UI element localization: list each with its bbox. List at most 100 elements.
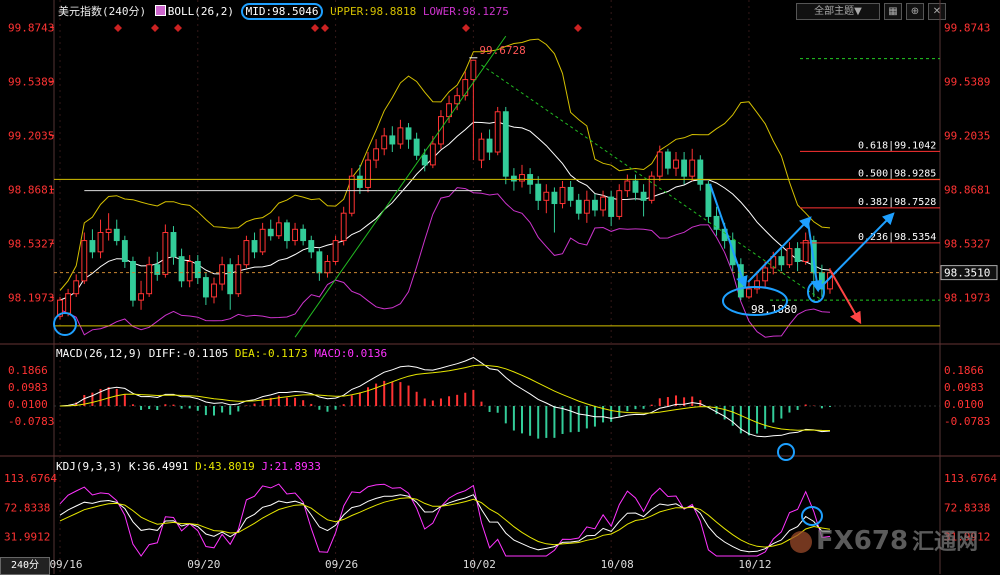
candle-body	[640, 191, 647, 201]
candle-body	[381, 135, 388, 150]
candle-body	[340, 212, 347, 242]
watermark-brand: FX678	[816, 526, 909, 556]
candle-body	[429, 143, 436, 166]
macd-y-tick-label-left: 0.0100	[8, 398, 48, 411]
candle-body	[146, 264, 153, 295]
candle-body	[438, 116, 444, 145]
candle-body	[348, 175, 355, 214]
candle-body	[559, 186, 566, 205]
candle-body	[211, 283, 217, 298]
watermark-cn: 汇通网	[912, 530, 979, 555]
price-y-tick-label-right: 99.2035	[944, 129, 990, 142]
candle-body	[162, 232, 169, 275]
price-y-tick-label-left: 98.5327	[8, 237, 54, 250]
candle-body	[105, 228, 112, 234]
candle-body	[178, 256, 185, 282]
candle-body	[170, 232, 177, 258]
candle-body	[81, 240, 88, 282]
candle-body	[681, 159, 688, 177]
kdj-y-tick-label-left: 31.9912	[4, 531, 50, 544]
macd-y-tick-label-left: -0.0783	[8, 415, 54, 428]
macd-y-tick-label-left: 0.1866	[8, 364, 48, 377]
candle-body	[486, 138, 493, 153]
candle-body	[138, 293, 144, 301]
x-tick-label: 10/08	[601, 558, 634, 571]
candle-body	[251, 240, 258, 253]
signal-marker-icon	[311, 24, 319, 32]
candle-body	[405, 127, 412, 140]
low-price-label: 98.1880	[751, 303, 797, 316]
price-y-tick-label-left: 98.1973	[8, 291, 54, 304]
x-tick-label: 10/12	[738, 558, 771, 571]
annotation-circle	[801, 506, 823, 526]
price-y-tick-label-right: 98.5327	[944, 237, 990, 250]
candle-body	[470, 59, 477, 81]
candle-body	[73, 280, 80, 295]
candle-body	[292, 228, 298, 242]
candle-body	[664, 151, 671, 169]
annotation-circle	[777, 443, 795, 461]
price-y-tick-label-right: 98.1973	[944, 291, 990, 304]
signal-marker-icon	[462, 24, 470, 32]
candle-body	[284, 222, 290, 242]
price-y-tick-label-left: 99.8743	[8, 21, 54, 34]
macd-y-tick-label-left: 0.0983	[8, 381, 48, 394]
candle-body	[673, 159, 679, 169]
candle-body	[97, 232, 104, 253]
candle-body	[713, 215, 720, 230]
chart-svg: 99.8743 99.8743 99.5389 99.5389 99.2035 99.20…	[0, 0, 1000, 574]
annotation-circle	[53, 312, 77, 336]
candle-body	[616, 190, 623, 217]
kdj-y-tick-label-right: 113.6764	[944, 472, 997, 485]
price-y-tick-label-right: 99.5389	[944, 75, 990, 88]
price-y-tick-label-right: 99.8743	[944, 21, 990, 34]
signal-marker-icon	[321, 24, 329, 32]
price-y-tick-label-right: 98.8681	[944, 183, 990, 196]
x-tick-label: 10/02	[463, 558, 496, 571]
boll-mid-line	[59, 121, 831, 301]
candle-body	[778, 256, 785, 266]
candle-body	[308, 240, 315, 253]
candle-body	[373, 148, 380, 161]
candle-body	[608, 196, 615, 217]
candle-body	[802, 240, 809, 263]
candle-body	[592, 199, 598, 211]
candle-body	[494, 111, 501, 153]
signal-marker-icon	[174, 24, 182, 32]
candle-body	[575, 199, 582, 214]
candle-body	[705, 183, 712, 217]
candle-body	[421, 154, 428, 166]
candle-body	[567, 186, 574, 201]
signal-marker-icon	[114, 24, 122, 32]
candle-body	[89, 240, 96, 253]
candle-body	[235, 264, 242, 295]
kdj-y-tick-label-left: 113.6764	[4, 472, 57, 485]
fib-level-label: 0.618|99.1042	[858, 140, 936, 151]
candle-body	[65, 293, 72, 314]
candle-body	[583, 199, 590, 214]
candle-body	[356, 175, 363, 188]
annotation-arrow	[829, 269, 862, 325]
uptrend-line	[294, 35, 507, 338]
candle-body	[113, 228, 120, 242]
fib-level-label: 0.382|98.7528	[858, 197, 936, 208]
macd-diff-line	[59, 356, 831, 438]
candle-body	[746, 288, 752, 298]
candle-body	[632, 180, 639, 193]
candle-body	[510, 175, 517, 182]
fib-level-label: 0.500|98.9285	[858, 169, 936, 180]
signal-marker-icon	[151, 24, 159, 32]
candle-body	[656, 151, 663, 177]
candle-body	[267, 228, 274, 237]
macd-y-tick-label-right: 0.0983	[944, 381, 984, 394]
watermark: FX678 汇通网	[790, 524, 978, 556]
x-tick-label: 09/20	[187, 558, 220, 571]
candle-body	[259, 228, 266, 253]
kdj-y-tick-label-left: 72.8338	[4, 501, 50, 514]
candle-body	[389, 135, 396, 145]
candle-body	[794, 248, 801, 262]
price-y-tick-label-left: 99.5389	[8, 75, 54, 88]
x-tick-label: 09/26	[325, 558, 358, 571]
chart-stage: 美元指数(240分) BOLL(26,2) MID:98.5046 UPPER:…	[0, 0, 1000, 575]
candle-body	[186, 261, 193, 282]
